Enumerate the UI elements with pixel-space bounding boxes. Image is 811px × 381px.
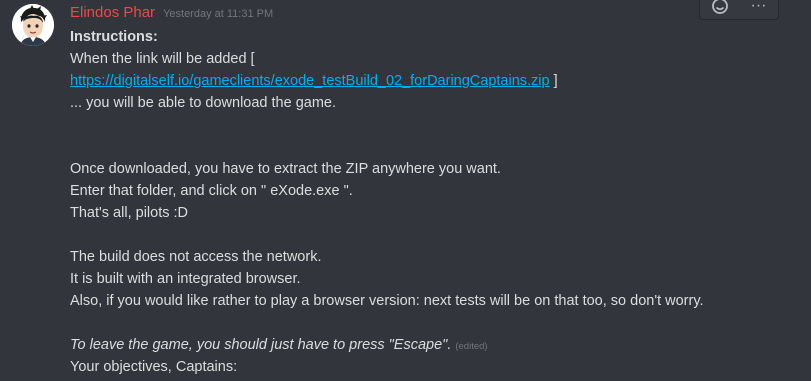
download-text: ... you will be able to download the gam… [70, 95, 336, 111]
extract-text: Once downloaded, you have to extract the… [70, 161, 501, 177]
no-network-text: The build does not access the network. [70, 249, 322, 265]
link-intro-text: When the link will be added [ [70, 51, 255, 67]
browser-version-text: Also, if you would like rather to play a… [70, 293, 704, 309]
objectives-text: Your objectives, Captains: [70, 359, 238, 375]
avatar-cartoon-icon [12, 4, 54, 46]
avatar[interactable] [12, 4, 54, 46]
link-close-bracket: ] [549, 73, 558, 89]
download-link[interactable]: https://digitalself.io/gameclients/exode… [70, 73, 550, 89]
enter-folder-text: Enter that folder, and click on " eXode.… [70, 183, 353, 199]
chat-message: ··· Elindos Phar Yesterday at 11:31 PM I… [0, 0, 811, 381]
message-content: Elindos Phar Yesterday at 11:31 PM Instr… [70, 4, 795, 378]
escape-line: To leave the game, you should just have … [70, 334, 795, 356]
link-line: https://digitalself.io/gameclients/exode… [70, 70, 795, 92]
edited-label: (edited) [455, 341, 488, 352]
username[interactable]: Elindos Phar [70, 4, 155, 21]
escape-text: To leave the game, you should just have … [70, 337, 452, 353]
thats-all-text: That's all, pilots :D [70, 205, 189, 221]
message-header: Elindos Phar Yesterday at 11:31 PM [70, 4, 795, 26]
timestamp: Yesterday at 11:31 PM [163, 8, 274, 20]
browser-text: It is built with an integrated browser. [70, 271, 301, 287]
instructions-heading: Instructions: [70, 29, 158, 45]
